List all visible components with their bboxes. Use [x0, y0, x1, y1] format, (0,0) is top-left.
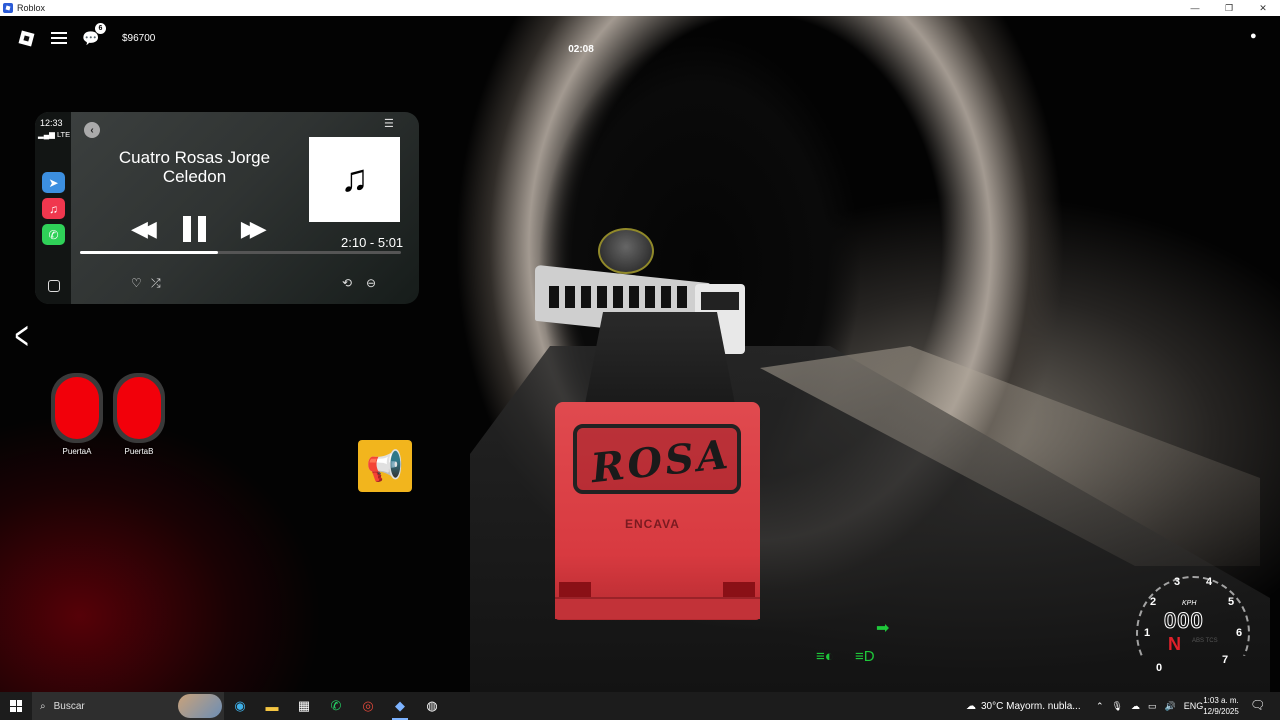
door-b-button[interactable] — [113, 373, 165, 443]
queue-list-icon[interactable]: ☰ — [384, 117, 394, 130]
money-display: $96700 — [122, 32, 156, 44]
tunnel-lamp — [598, 228, 654, 274]
windows-logo-icon — [10, 700, 22, 712]
window-controls: — ❐ ✕ — [1178, 0, 1280, 16]
maps-app-icon[interactable]: ➤ — [42, 172, 65, 193]
speedo-tick: 2 — [1150, 596, 1157, 608]
song-title: Cuatro Rosas Jorge Celedon — [118, 148, 271, 186]
speed-unit: KPH — [1182, 600, 1197, 607]
repeat-icon[interactable]: ⟲ — [342, 276, 352, 290]
chrome-icon[interactable]: ◎ — [352, 692, 384, 720]
search-icon: ⌕ — [40, 700, 46, 712]
playback-controls: ◀◀ ▶▶ — [131, 216, 267, 242]
horn-megaphone-button[interactable]: 📢 — [358, 440, 412, 492]
music-app-icon[interactable]: ♫ — [42, 198, 65, 219]
phone-app-icon[interactable]: ✆ — [42, 224, 65, 245]
speedometer: 0 1 2 3 4 5 6 7 KPH 000 N ABS TCS — [1128, 570, 1258, 680]
speed-value: 000 — [1164, 608, 1204, 634]
network-icon[interactable]: ▭ — [1148, 701, 1157, 712]
speedo-tick: 1 — [1144, 627, 1151, 639]
edge-icon[interactable]: ◉ — [224, 692, 256, 720]
low-beam-icon[interactable]: ≡◐ — [816, 648, 834, 665]
roblox-taskbar-icon[interactable]: ◆ — [384, 692, 416, 720]
abs-tcs-indicator: ABS TCS — [1192, 638, 1218, 644]
roblox-topbar: 💬 6 $96700 — [14, 23, 156, 50]
more-options-icon[interactable]: ⊖ — [366, 276, 376, 290]
roblox-logo-icon — [3, 3, 13, 13]
bus-brand: ENCAVA — [625, 517, 680, 531]
speedo-tick: 5 — [1228, 596, 1235, 608]
volume-icon[interactable]: 🔊 — [1165, 701, 1176, 712]
back-icon[interactable]: ‹ — [84, 122, 100, 138]
clock-date: 12/9/2025 — [1203, 707, 1239, 716]
clock-time: 1:03 a. m. — [1203, 696, 1239, 705]
roblox-studio-icon[interactable]: ◍ — [416, 692, 448, 720]
home-square-icon[interactable] — [48, 280, 60, 292]
taskbar-clock[interactable]: 1:03 a. m. 12/9/2025 — [1198, 695, 1244, 717]
rewind-icon[interactable]: ◀◀ — [131, 216, 157, 242]
settings-dot-icon[interactable]: ● — [1250, 30, 1257, 42]
heart-icon[interactable]: ♡ — [131, 276, 142, 290]
microphone-icon[interactable]: 🎙 — [1112, 701, 1123, 712]
windows-taskbar: ⌕ Buscar ◉ ▬ ▦ ✆ ◎ ◆ ◍ ☁ 30°C Mayorm. nu… — [0, 692, 1280, 720]
player-bus: ROSA ENCAVA — [555, 312, 760, 624]
carplay-player: 12:33 ▂▄▆ LTE ➤ ♫ ✆ ‹ ☰ Cuatro Rosas Jor… — [35, 112, 419, 304]
weather-text: 30°C Mayorm. nubla... — [981, 700, 1081, 712]
window-title: Roblox — [17, 3, 46, 13]
high-beam-icon[interactable]: ≡D — [855, 648, 875, 665]
turn-signal-right-icon: ➡ — [876, 620, 890, 637]
speedo-tick: 6 — [1236, 627, 1243, 639]
window-titlebar: Roblox — ❐ ✕ — [0, 0, 1280, 16]
door-a-button[interactable] — [51, 373, 103, 443]
minimize-button[interactable]: — — [1178, 0, 1212, 16]
taskbar-search[interactable]: ⌕ Buscar — [32, 692, 224, 720]
shuffle-icon[interactable]: ⤮ — [151, 276, 161, 291]
door-a-label: PuertaA — [62, 447, 92, 456]
carplay-status-time: 12:33 — [40, 118, 63, 128]
fast-forward-icon[interactable]: ▶▶ — [241, 216, 267, 242]
carplay-sidebar: 12:33 ▂▄▆ LTE ➤ ♫ ✆ — [35, 112, 71, 304]
speedo-tick: 3 — [1174, 576, 1181, 588]
album-art-icon: ♫ — [309, 137, 400, 222]
system-tray: ⌃ 🎙 ☁ ▭ 🔊 ENG — [1096, 692, 1203, 720]
whatsapp-icon[interactable]: ✆ — [320, 692, 352, 720]
cloud-sync-icon[interactable]: ☁ — [1131, 701, 1140, 712]
speedo-tick: 4 — [1206, 576, 1213, 588]
chat-button[interactable]: 💬 6 — [80, 23, 106, 49]
tray-chevron-icon[interactable]: ⌃ — [1096, 701, 1104, 712]
start-button[interactable] — [0, 692, 32, 720]
roblox-menu-icon[interactable] — [14, 26, 38, 50]
cloud-icon: ☁ — [966, 700, 976, 712]
track-timecode: 2:10 - 5:01 — [341, 235, 404, 250]
chevron-left-icon[interactable]: < — [15, 314, 29, 359]
door-b-label: PuertaB — [124, 447, 154, 456]
hamburger-menu-icon[interactable] — [48, 27, 70, 49]
search-highlight-image — [178, 694, 222, 718]
pause-icon[interactable] — [182, 216, 207, 242]
weather-widget[interactable]: ☁ 30°C Mayorm. nubla... — [966, 692, 1081, 720]
restore-button[interactable]: ❐ — [1212, 0, 1246, 16]
track-progress-bar[interactable] — [80, 251, 401, 254]
speedo-tick: 0 — [1156, 662, 1163, 674]
close-button[interactable]: ✕ — [1246, 0, 1280, 16]
game-timer: 02:08 — [568, 44, 594, 55]
carplay-signal: ▂▄▆ LTE — [38, 130, 71, 139]
gear-indicator: N — [1168, 634, 1181, 654]
speedo-tick: 7 — [1222, 654, 1229, 666]
chat-badge: 6 — [95, 23, 106, 34]
file-explorer-icon[interactable]: ▬ — [256, 692, 288, 720]
store-icon[interactable]: ▦ — [288, 692, 320, 720]
search-placeholder: Buscar — [53, 700, 85, 712]
megaphone-icon: 📢 — [366, 449, 404, 483]
notification-icon[interactable]: 🗨 — [1250, 698, 1265, 712]
